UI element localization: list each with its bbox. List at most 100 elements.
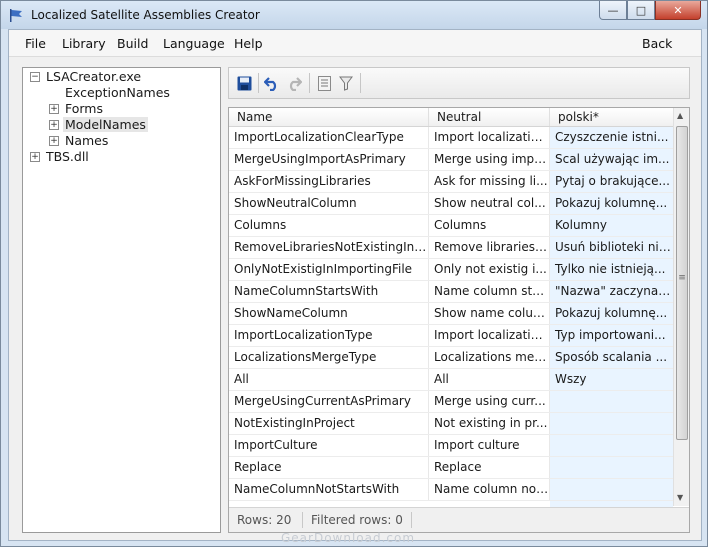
collapse-icon[interactable]: − — [30, 72, 40, 82]
table-row[interactable]: ImportCulture Import culture — [229, 435, 673, 457]
cell-name[interactable]: AskForMissingLibraries — [229, 171, 429, 192]
menu-file[interactable]: File — [25, 36, 46, 51]
cell-name[interactable]: Replace — [229, 457, 429, 478]
scroll-down-icon[interactable]: ▼ — [677, 493, 683, 502]
back-button[interactable]: Back — [642, 36, 672, 51]
cell-polski[interactable]: Czyszczenie istni... — [550, 127, 673, 148]
cell-name[interactable]: LocalizationsMergeType — [229, 347, 429, 368]
tree-node-exceptionnames[interactable]: ExceptionNames — [65, 85, 170, 100]
cell-neutral[interactable]: Replace — [429, 457, 550, 478]
redo-icon[interactable] — [285, 74, 303, 92]
undo-icon[interactable] — [263, 74, 281, 92]
cell-name[interactable]: ShowNeutralColumn — [229, 193, 429, 214]
table-row[interactable]: All All Wszy — [229, 369, 673, 391]
expand-icon[interactable]: + — [49, 104, 59, 114]
cell-polski[interactable]: Sposób scalania ... — [550, 347, 673, 368]
cell-polski[interactable] — [550, 413, 673, 434]
save-icon[interactable] — [235, 74, 253, 92]
cell-polski[interactable] — [550, 435, 673, 456]
cell-neutral[interactable]: Ask for missing li... — [429, 171, 550, 192]
cell-name[interactable]: ShowNameColumn — [229, 303, 429, 324]
table-row[interactable]: Replace Replace — [229, 457, 673, 479]
table-row[interactable]: MergeUsingCurrentAsPrimary Merge using cu… — [229, 391, 673, 413]
cell-polski[interactable]: Scal używając im... — [550, 149, 673, 170]
cell-polski[interactable] — [550, 391, 673, 412]
cell-polski[interactable]: Usuń biblioteki nie... — [550, 237, 673, 258]
cell-name[interactable]: OnlyNotExistigInImportingFile — [229, 259, 429, 280]
cell-name[interactable]: ImportLocalizationType — [229, 325, 429, 346]
scroll-up-icon[interactable]: ▲ — [677, 111, 683, 120]
table-row[interactable]: ImportLocalizationType Import localizatio… — [229, 325, 673, 347]
cell-polski[interactable]: Kolumny — [550, 215, 673, 236]
library-tree[interactable]: − LSACreator.exe ExceptionNames + Forms … — [22, 67, 221, 533]
cell-name[interactable]: NameColumnStartsWith — [229, 281, 429, 302]
columns-icon[interactable] — [315, 74, 333, 92]
table-row[interactable]: LocalizationsMergeType Localizations mer.… — [229, 347, 673, 369]
tree-node-names[interactable]: Names — [65, 133, 108, 148]
cell-name[interactable]: ImportLocalizationClearType — [229, 127, 429, 148]
cell-neutral[interactable]: Import culture — [429, 435, 550, 456]
menu-language[interactable]: Language — [163, 36, 225, 51]
menu-library[interactable]: Library — [62, 36, 106, 51]
expand-icon[interactable]: + — [30, 152, 40, 162]
title-bar[interactable]: Localized Satellite Assemblies Creator —… — [1, 1, 707, 29]
cell-name[interactable]: All — [229, 369, 429, 390]
cell-polski[interactable]: Pokazuj kolumnę... — [550, 303, 673, 324]
cell-name[interactable]: MergeUsingCurrentAsPrimary — [229, 391, 429, 412]
cell-neutral[interactable]: Import localizatio... — [429, 325, 550, 346]
cell-neutral[interactable]: Not existing in pr... — [429, 413, 550, 434]
cell-neutral[interactable]: Show name column — [429, 303, 550, 324]
table-row[interactable]: MergeUsingImportAsPrimary Merge using imp… — [229, 149, 673, 171]
cell-neutral[interactable]: Merge using curr... — [429, 391, 550, 412]
expand-icon[interactable]: + — [49, 136, 59, 146]
cell-neutral[interactable]: Remove libraries ... — [429, 237, 550, 258]
column-header-neutral[interactable]: Neutral — [429, 108, 550, 126]
cell-polski[interactable] — [550, 457, 673, 478]
table-row[interactable]: NameColumnStartsWith Name column sta... "N… — [229, 281, 673, 303]
cell-polski[interactable]: Tylko nie istnieją... — [550, 259, 673, 280]
cell-polski[interactable]: Pokazuj kolumnę... — [550, 193, 673, 214]
resources-grid[interactable]: Name Neutral polski* ImportLocalizationC… — [228, 107, 690, 533]
cell-neutral[interactable]: Columns — [429, 215, 550, 236]
cell-polski[interactable]: Typ importowani... — [550, 325, 673, 346]
table-row[interactable]: ImportLocalizationClearType Import locali… — [229, 127, 673, 149]
tree-node-root[interactable]: LSACreator.exe — [46, 69, 141, 84]
minimize-button[interactable]: — — [599, 1, 627, 20]
cell-polski[interactable]: Pytaj o brakujące... — [550, 171, 673, 192]
scrollbar-thumb[interactable]: ≡ — [676, 126, 688, 440]
cell-polski[interactable]: Wszy — [550, 369, 673, 390]
cell-neutral[interactable]: Show neutral col... — [429, 193, 550, 214]
close-button[interactable]: ✕ — [655, 1, 701, 20]
cell-neutral[interactable]: Only not existig i... — [429, 259, 550, 280]
filter-icon[interactable] — [337, 74, 355, 92]
table-row[interactable]: NameColumnNotStartsWith Name column not..… — [229, 479, 673, 501]
cell-polski[interactable] — [550, 479, 673, 500]
table-row[interactable]: NotExistingInProject Not existing in pr..… — [229, 413, 673, 435]
table-row[interactable]: ShowNeutralColumn Show neutral col... Poka… — [229, 193, 673, 215]
cell-name[interactable]: MergeUsingImportAsPrimary — [229, 149, 429, 170]
cell-name[interactable]: NameColumnNotStartsWith — [229, 479, 429, 500]
menu-help[interactable]: Help — [234, 36, 263, 51]
table-row[interactable]: OnlyNotExistigInImportingFile Only not ex… — [229, 259, 673, 281]
table-row[interactable]: ShowNameColumn Show name column Pokazuj ko… — [229, 303, 673, 325]
table-row[interactable]: Columns Columns Kolumny — [229, 215, 673, 237]
cell-polski[interactable]: "Nazwa" zaczyna ... — [550, 281, 673, 302]
column-header-name[interactable]: Name — [229, 108, 429, 126]
menu-build[interactable]: Build — [117, 36, 148, 51]
column-header-polski[interactable]: polski* — [550, 108, 673, 126]
cell-neutral[interactable]: Name column sta... — [429, 281, 550, 302]
cell-name[interactable]: NotExistingInProject — [229, 413, 429, 434]
cell-name[interactable]: Columns — [229, 215, 429, 236]
table-row[interactable]: AskForMissingLibraries Ask for missing li… — [229, 171, 673, 193]
table-row[interactable]: RemoveLibrariesNotExistingInI... Remove l… — [229, 237, 673, 259]
tree-node-modelnames[interactable]: ModelNames — [63, 117, 148, 132]
expand-icon[interactable]: + — [49, 120, 59, 130]
vertical-scrollbar[interactable]: ▲ ≡ ▼ — [673, 108, 689, 506]
cell-neutral[interactable]: Merge using impo... — [429, 149, 550, 170]
maximize-button[interactable]: □ — [627, 1, 655, 20]
cell-name[interactable]: RemoveLibrariesNotExistingInI... — [229, 237, 429, 258]
cell-neutral[interactable]: Localizations mer... — [429, 347, 550, 368]
cell-name[interactable]: ImportCulture — [229, 435, 429, 456]
cell-neutral[interactable]: Import localizatio... — [429, 127, 550, 148]
cell-neutral[interactable]: All — [429, 369, 550, 390]
